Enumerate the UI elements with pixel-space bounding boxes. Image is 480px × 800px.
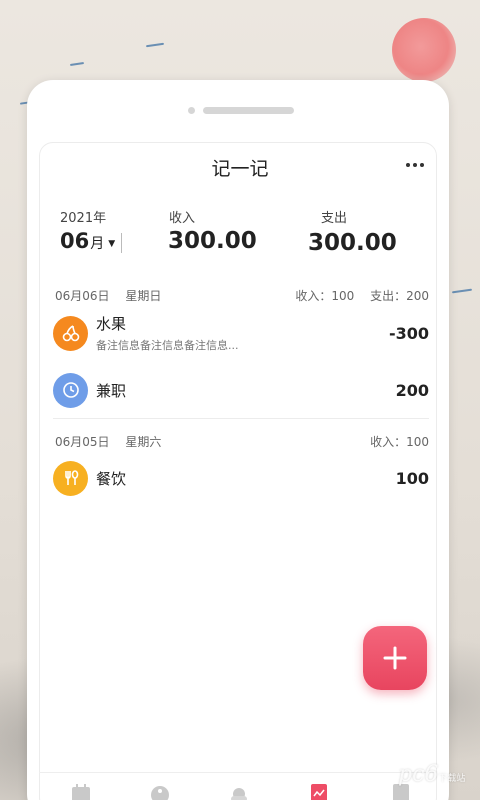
entry-category: 餐饮 — [96, 469, 127, 488]
watermark-logo: pc6下载站 — [398, 762, 466, 787]
income-label: 收入 — [169, 211, 196, 226]
list-item[interactable]: 兼职 200 — [53, 370, 429, 410]
group-weekday: 星期六 — [125, 435, 162, 449]
group-divider — [53, 418, 429, 419]
red-sun-decoration — [392, 18, 456, 82]
drag-handle-dot[interactable] — [188, 107, 195, 114]
day-group-header: 06月06日 星期日 收入：100 支出：200 — [55, 287, 429, 304]
list-item[interactable]: 水果 备注信息备注信息备注信息... -300 — [53, 313, 429, 353]
year-label: 2021年 — [60, 211, 107, 226]
month-value: 06 — [60, 229, 90, 253]
group-income: 收入：100 — [295, 289, 355, 303]
income-total: 300.00 — [168, 228, 257, 254]
add-entry-button[interactable] — [363, 626, 427, 690]
group-expense: 支出：200 — [370, 289, 429, 303]
caret-down-icon: ▼ — [108, 239, 116, 249]
cherry-icon — [53, 315, 88, 351]
entry-amount: -300 — [388, 323, 429, 343]
group-date: 06月06日 — [55, 289, 110, 303]
entry-amount: 100 — [395, 468, 429, 488]
day-group-header: 06月05日 星期六 收入：100 — [55, 433, 429, 450]
fork-spoon-icon — [53, 460, 88, 496]
entry-amount: 200 — [395, 380, 429, 400]
clock-icon — [53, 372, 88, 408]
plus-icon — [383, 646, 407, 670]
more-menu-icon[interactable] — [406, 163, 424, 167]
ledger-icon[interactable] — [308, 784, 330, 800]
month-selector[interactable]: 06 月 ▼ — [60, 229, 115, 253]
drag-handle-bar[interactable] — [203, 107, 294, 114]
group-date: 06月05日 — [55, 435, 110, 449]
expense-total: 300.00 — [308, 230, 397, 256]
page-title: 记一记 — [211, 158, 269, 180]
yin-yang-icon[interactable] — [149, 784, 171, 800]
divider — [121, 233, 122, 253]
entry-note: 备注信息备注信息备注信息... — [96, 339, 239, 352]
entry-category: 水果 — [96, 315, 127, 333]
expense-label: 支出 — [321, 211, 348, 226]
month-unit: 月 — [90, 236, 105, 252]
group-weekday: 星期日 — [125, 289, 162, 303]
calendar-icon[interactable] — [70, 784, 92, 800]
list-item[interactable]: 餐饮 100 — [53, 458, 429, 498]
weather-icon[interactable] — [228, 784, 250, 800]
group-income: 收入：100 — [370, 435, 429, 449]
entry-category: 兼职 — [96, 381, 127, 400]
